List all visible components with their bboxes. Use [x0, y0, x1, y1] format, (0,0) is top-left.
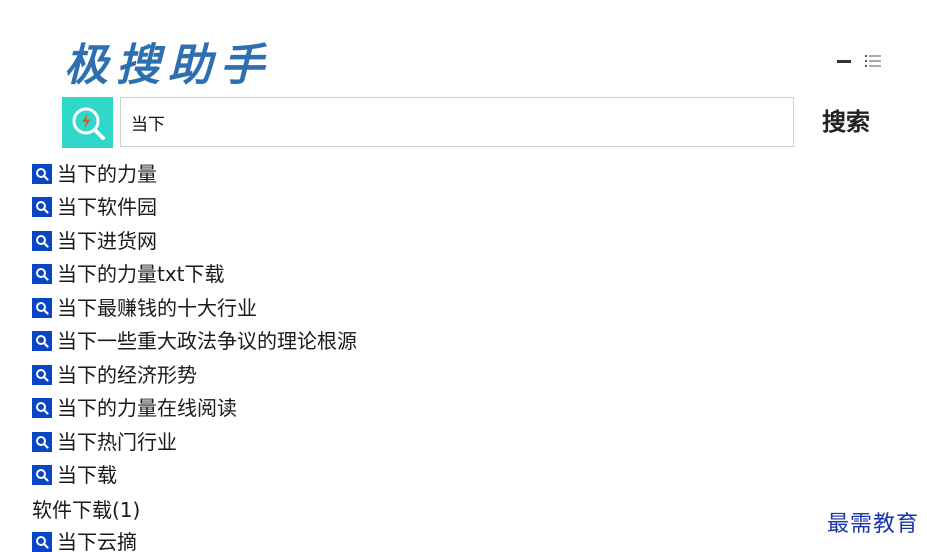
search-icon [32, 230, 52, 251]
search-icon [32, 297, 52, 318]
suggestion-item[interactable]: 当下进货网 [32, 224, 357, 258]
search-icon [32, 264, 52, 285]
suggestion-label: 当下热门行业 [57, 429, 177, 454]
watermark: 最需教育 [826, 512, 919, 537]
search-icon [32, 364, 52, 385]
software-section-heading: 软件下载(1) [32, 498, 141, 523]
suggestion-item[interactable]: 当下的力量 [32, 157, 357, 191]
suggestion-item[interactable]: 当下一些重大政法争议的理论根源 [32, 325, 357, 359]
search-icon [32, 532, 52, 552]
search-button[interactable]: 搜索 [822, 107, 870, 137]
suggestion-item[interactable]: 当下载 [32, 459, 357, 493]
suggestion-label: 当下一些重大政法争议的理论根源 [57, 329, 357, 354]
suggestion-item[interactable]: 当下的力量txt下载 [32, 258, 357, 292]
app-window: 极搜助手 搜索 当下的力量 当下软件园 [0, 0, 927, 552]
window-controls [837, 54, 881, 68]
search-lightning-icon[interactable] [62, 97, 113, 148]
software-item-label: 当下云摘 [57, 530, 137, 552]
suggestion-label: 当下载 [57, 463, 117, 488]
minimize-icon[interactable] [837, 59, 851, 63]
search-bar: 搜索 [62, 97, 882, 149]
hamburger-menu-icon[interactable] [865, 54, 881, 68]
suggestion-item[interactable]: 当下的经济形势 [32, 358, 357, 392]
suggestion-label: 当下的经济形势 [57, 362, 197, 387]
suggestion-label: 当下的力量 [57, 161, 157, 186]
suggestion-list: 当下的力量 当下软件园 当下进货网 当下的力量txt下载 当下最赚钱的十大行业 … [32, 157, 357, 552]
search-input[interactable] [120, 97, 794, 147]
suggestion-label: 当下的力量在线阅读 [57, 396, 237, 421]
suggestion-label: 当下的力量txt下载 [57, 262, 225, 287]
suggestion-label: 当下软件园 [57, 195, 157, 220]
suggestion-item[interactable]: 当下软件园 [32, 191, 357, 225]
app-logo: 极搜助手 [64, 40, 272, 91]
search-icon [32, 465, 52, 486]
search-icon [32, 398, 52, 419]
suggestion-label: 当下最赚钱的十大行业 [57, 295, 257, 320]
suggestion-item[interactable]: 当下热门行业 [32, 425, 357, 459]
search-icon [32, 331, 52, 352]
search-icon [32, 431, 52, 452]
suggestion-item[interactable]: 当下的力量在线阅读 [32, 392, 357, 426]
suggestion-item[interactable]: 当下最赚钱的十大行业 [32, 291, 357, 325]
software-item[interactable]: 当下云摘 [32, 526, 357, 552]
search-icon [32, 163, 52, 184]
suggestion-label: 当下进货网 [57, 228, 157, 253]
search-icon [32, 197, 52, 218]
